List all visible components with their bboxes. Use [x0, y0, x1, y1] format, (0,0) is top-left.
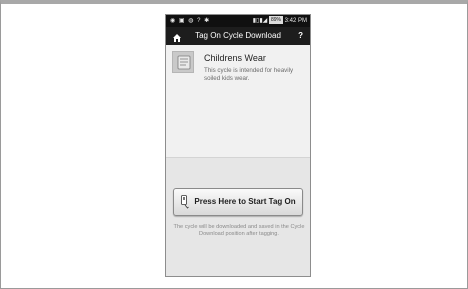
status-bar: ◉ ▣ ◍ ? ✱ ▮▯▮◢ 89% 3:42 PM	[166, 15, 310, 27]
page-title: Tag On Cycle Download	[195, 31, 281, 40]
cycle-icon	[172, 51, 194, 73]
home-icon[interactable]	[172, 30, 182, 42]
signal-icon: ▮▯▮◢	[252, 18, 268, 24]
start-button-label: Press Here to Start Tag On	[194, 197, 296, 206]
header-bar: Tag On Cycle Download ?	[166, 27, 310, 45]
battery-level: 89%	[270, 17, 281, 24]
battery-icon: 89%	[268, 16, 283, 25]
cycle-info-panel: Childrens Wear This cycle is intended fo…	[166, 45, 310, 157]
status-right: ▮▯▮◢ 89% 3:42 PM	[253, 15, 307, 27]
tag-icon	[181, 195, 189, 214]
notification-icons: ◉ ▣ ◍ ? ✱	[170, 18, 211, 24]
clock: 3:42 PM	[284, 18, 307, 24]
start-tag-on-button[interactable]: Press Here to Start Tag On	[173, 188, 303, 216]
help-icon[interactable]: ?	[298, 27, 303, 45]
download-note: The cycle will be downloaded and saved i…	[173, 224, 305, 237]
cycle-description: This cycle is intended for heavily soile…	[204, 67, 294, 82]
phone-screen: ◉ ▣ ◍ ? ✱ ▮▯▮◢ 89% 3:42 PM Tag On Cycle …	[165, 14, 311, 277]
action-panel	[166, 158, 310, 276]
cycle-name: Childrens Wear	[204, 53, 266, 63]
